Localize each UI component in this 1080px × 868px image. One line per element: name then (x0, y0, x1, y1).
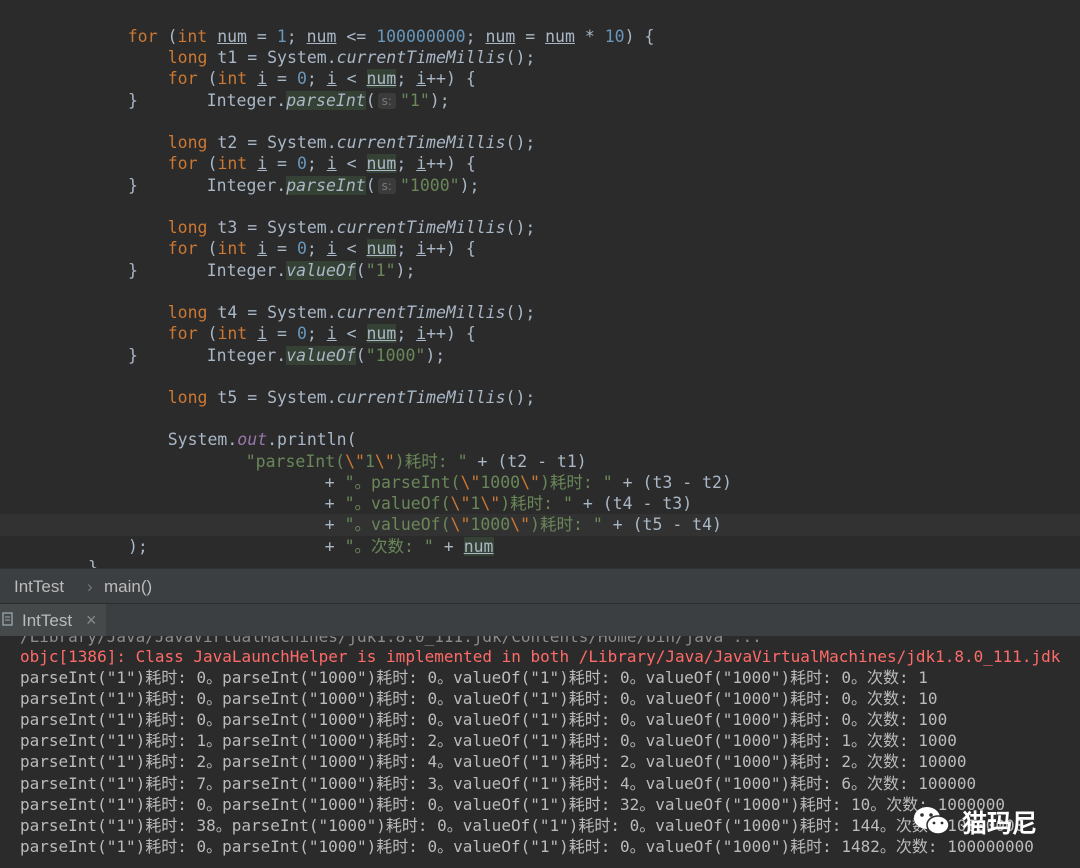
code-line-inner-for-2[interactable]: for (int i = 0; i < num; i++) { (128, 132, 476, 173)
code-token: (); (505, 48, 536, 67)
code-token: ) { (624, 27, 655, 46)
run-tab-bar: IntTest × (0, 603, 1080, 637)
code-token: ); (459, 176, 480, 195)
run-tab-inttest[interactable]: IntTest × (0, 604, 106, 637)
wechat-icon (912, 804, 952, 838)
param-hint: s: (377, 178, 396, 194)
breadcrumb-separator: › (87, 577, 93, 596)
console-output-line: parseInt("1")耗时: 1。parseInt("1000")耗时: 2… (20, 731, 957, 751)
code-token: Integer. (206, 346, 287, 365)
code-line-t3[interactable]: long t3 = System.currentTimeMillis(); (128, 196, 536, 237)
breadcrumb: IntTest › main() (0, 568, 1080, 603)
code-line-concat-4[interactable]: + "。valueOf(\"1000\")耗时: " + (t5 - t4) (285, 493, 722, 534)
console-output-line: parseInt("1")耗时: 0。parseInt("1000")耗时: 0… (20, 668, 928, 687)
string-literal: "1" (399, 91, 430, 110)
code-token: ); (429, 91, 450, 110)
watermark-text: 猫玛尼 (962, 809, 1038, 838)
method-currentTimeMillis: currentTimeMillis (336, 388, 506, 407)
code-line-call-parseInt-1[interactable]: Integer.parseInt(s: "1"); (167, 69, 450, 110)
code-line-concat-1[interactable]: "parseInt(\"1\")耗时: " + (t2 - t1) (206, 430, 587, 471)
code-token: ( (355, 261, 366, 280)
string-literal: "。次数: " (344, 537, 434, 556)
code-token: (); (505, 388, 536, 407)
code-line-close-brace[interactable]: } (128, 345, 138, 366)
method-valueOf: valueOf (286, 261, 356, 280)
string-literal: "1000" (399, 176, 460, 195)
code-line-call-valueOf-1[interactable]: Integer.valueOf("1"); (167, 239, 415, 280)
console-output-line: parseInt("1")耗时: 2。parseInt("1000")耗时: 4… (20, 752, 967, 772)
kw-long: long (167, 388, 208, 407)
code-line-inner-for-4[interactable]: for (int i = 0; i < num; i++) { (128, 302, 476, 343)
string-literal: "1" (365, 261, 396, 280)
console-output-line: parseInt("1")耗时: 38。parseInt("1000")耗时: … (20, 815, 1025, 835)
code-token: ); (395, 261, 416, 280)
code-line-t5[interactable]: long t5 = System.currentTimeMillis(); (128, 366, 536, 407)
breadcrumb-class[interactable]: IntTest (14, 577, 64, 597)
method-valueOf: valueOf (286, 346, 356, 365)
close-icon[interactable]: × (86, 610, 97, 631)
code-token: ( (365, 176, 376, 195)
code-token: + (433, 537, 464, 556)
string-literal: )耗时: " (530, 515, 603, 534)
code-token: ( (365, 91, 376, 110)
code-token: t5 = System. (207, 388, 337, 407)
code-token: Integer. (206, 91, 287, 110)
var-i: i (416, 239, 427, 258)
code-line-partial-brace[interactable]: } (88, 557, 98, 568)
code-line-t4[interactable]: long t4 = System.currentTimeMillis(); (128, 281, 536, 322)
console-output-line: parseInt("1")耗时: 0。parseInt("1000")耗时: 0… (20, 794, 1005, 814)
run-config-icon (2, 611, 14, 627)
code-token: ++) { (426, 239, 476, 258)
code-line-t2[interactable]: long t2 = System.currentTimeMillis(); (128, 111, 536, 152)
code-token: Integer. (206, 176, 287, 195)
num-literal: 10 (604, 27, 625, 46)
escape-seq: \" (510, 515, 531, 534)
code-line-close-brace[interactable]: } (128, 175, 138, 196)
code-token: (); (505, 133, 536, 152)
code-token: (); (505, 218, 536, 237)
code-line-inner-for-1[interactable]: for (int i = 0; i < num; i++) { (128, 47, 476, 88)
code-line-close-paren[interactable]: ); (128, 536, 148, 557)
code-token: ); (425, 346, 446, 365)
code-line-concat-3[interactable]: + "。valueOf(\"1\")耗时: " + (t4 - t3) (285, 472, 692, 513)
console-error-line: objc[1386]: Class JavaLaunchHelper is im… (20, 647, 1061, 666)
breadcrumb-method[interactable]: main() (104, 577, 152, 597)
code-token: + (324, 537, 345, 556)
watermark: 猫玛尼 (912, 800, 1062, 844)
var-num: num (545, 27, 575, 46)
code-line-inner-for-3[interactable]: for (int i = 0; i < num; i++) { (128, 217, 476, 258)
code-line-println[interactable]: System.out.println( (128, 408, 357, 449)
code-token: + (t5 - t4) (602, 515, 722, 534)
code-line-concat-5[interactable]: + "。次数: " + num (285, 515, 494, 556)
code-token: * (574, 27, 605, 46)
console-output-line: parseInt("1")耗时: 7。parseInt("1000")耗时: 3… (20, 773, 977, 793)
param-hint: s: (377, 93, 396, 109)
code-line-concat-2[interactable]: + "。parseInt(\"1000\")耗时: " + (t3 - t2) (285, 451, 732, 492)
var-num: num (463, 537, 494, 556)
method-parseInt: parseInt (286, 176, 366, 195)
method-parseInt: parseInt (286, 91, 366, 110)
code-line-close-brace[interactable]: } (128, 260, 138, 281)
code-token: Integer. (206, 261, 287, 280)
code-editor[interactable]: for (int num = 1; num <= 100000000; num … (0, 0, 1080, 568)
code-line-call-valueOf-1000[interactable]: Integer.valueOf("1000"); (167, 324, 445, 365)
console-output-line: parseInt("1")耗时: 0。parseInt("1000")耗时: 0… (20, 710, 948, 730)
code-token: (); (505, 303, 536, 322)
run-tab-label: IntTest (22, 611, 73, 630)
code-token: ( (355, 346, 366, 365)
code-line-call-parseInt-1000[interactable]: Integer.parseInt(s: "1000"); (167, 154, 479, 195)
code-line-outer-for[interactable]: for (int num = 1; num <= 100000000; num … (88, 5, 655, 46)
console-output-line: parseInt("1")耗时: 0。parseInt("1000")耗时: 0… (20, 689, 938, 709)
code-line-close-brace[interactable]: } (128, 90, 138, 111)
code-line-t1[interactable]: long t1 = System.currentTimeMillis(); (128, 26, 536, 67)
console-output-line: parseInt("1")耗时: 0。parseInt("1000")耗时: 0… (20, 836, 1034, 856)
string-literal: "1000" (365, 346, 426, 365)
